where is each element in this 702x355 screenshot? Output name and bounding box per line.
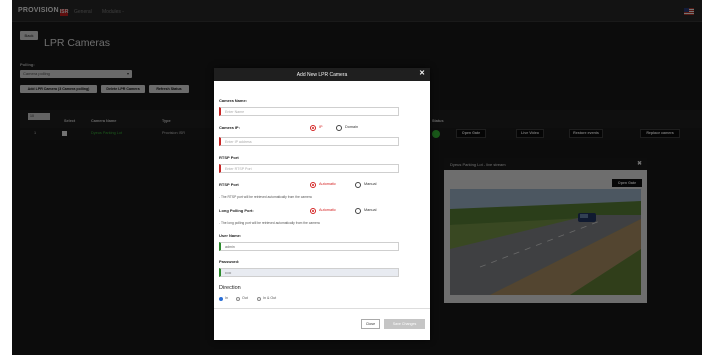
- back-button[interactable]: Back: [20, 31, 38, 40]
- nav-link-modules[interactable]: Modules -: [102, 9, 124, 15]
- app-window: PROVISIONISR General Modules - Back LPR …: [12, 0, 702, 355]
- page-title: LPR Cameras: [44, 37, 110, 49]
- ip-radio-label: IP: [319, 125, 323, 129]
- add-lpr-camera-modal: Add New LPR Camera ✕ Camera Name: Enter …: [214, 68, 430, 340]
- logo-text: PROVISION: [18, 7, 59, 14]
- live-open-gate-button[interactable]: Open Gate: [612, 179, 642, 187]
- live-stream-header: Dyeus Parking Lot - live stream ✖: [444, 158, 647, 170]
- password-label: Password:: [219, 259, 240, 264]
- direction-out-radio[interactable]: [236, 297, 240, 301]
- live-video-button[interactable]: Live Video: [516, 129, 544, 138]
- polling-select-value: Camera polling: [23, 71, 50, 76]
- col-status: Status: [432, 119, 444, 123]
- domain-radio[interactable]: [336, 125, 342, 131]
- col-select: Select: [64, 119, 76, 123]
- rtsp-automatic-label: Automatic: [319, 182, 336, 186]
- direction-label: Direction: [219, 285, 241, 291]
- camera-feed-image: [450, 189, 641, 295]
- direction-inout-radio[interactable]: [257, 297, 261, 301]
- page-size-select[interactable]: 10: [28, 113, 50, 120]
- user-name-input[interactable]: admin: [219, 242, 399, 251]
- rtsp-automatic-radio[interactable]: [310, 182, 316, 188]
- replace-camera-button[interactable]: Replace camera: [640, 129, 680, 138]
- password-input[interactable]: •••••: [219, 268, 399, 277]
- modal-header: Add New LPR Camera ✕: [214, 68, 430, 81]
- camera-name-label: Camera Name:: [219, 98, 248, 103]
- provision-logo[interactable]: PROVISIONISR: [18, 7, 68, 16]
- rtsp-port-input[interactable]: Enter RTSP Port: [219, 164, 399, 173]
- status-indicator: [432, 130, 440, 138]
- col-camera-name: Camera Name: [91, 119, 117, 123]
- save-changes-button[interactable]: Save Changes: [384, 319, 425, 329]
- row-index: 1: [34, 131, 37, 135]
- camera-ip-label: Camera IP:: [219, 125, 240, 130]
- direction-out-label: Out: [242, 296, 248, 300]
- direction-inout-label: In & Out: [263, 296, 277, 300]
- lp-manual-label: Manual: [364, 208, 377, 212]
- camera-name-input[interactable]: Enter Name: [219, 107, 399, 116]
- us-flag-icon[interactable]: [684, 8, 694, 15]
- camera-ip-input[interactable]: Enter IP address: [219, 137, 399, 146]
- lp-automatic-radio[interactable]: [310, 208, 316, 214]
- direction-in-radio[interactable]: [219, 297, 223, 301]
- close-icon[interactable]: ✖: [637, 160, 642, 167]
- rtsp-port-mode-label: RTSP Port: [219, 182, 239, 187]
- modal-footer-divider: [214, 308, 430, 309]
- domain-radio-label: Domain: [345, 125, 359, 129]
- row-camera-name[interactable]: Dyeus Parking Lot: [91, 131, 122, 135]
- lp-manual-radio[interactable]: [355, 208, 361, 214]
- rtsp-manual-label: Manual: [364, 182, 377, 186]
- chevron-down-icon: ▾: [126, 71, 129, 76]
- ip-radio[interactable]: [310, 125, 316, 131]
- lp-automatic-label: Automatic: [319, 208, 336, 212]
- add-lpr-camera-button[interactable]: Add LPR Camera (3 Camera polling): [20, 85, 97, 93]
- col-type: Type: [162, 119, 171, 123]
- open-gate-button[interactable]: Open Gate: [456, 129, 486, 138]
- polling-select[interactable]: Camera polling ▾: [20, 70, 132, 78]
- rtsp-hint: - The RTSP port will be retrieved automa…: [219, 195, 312, 199]
- long-polling-label: Long Polling Port:: [219, 208, 254, 213]
- live-stream-title: Dyeus Parking Lot - live stream: [450, 162, 506, 167]
- restore-events-button[interactable]: Restore events: [569, 129, 603, 138]
- refresh-status-button[interactable]: Refresh Status: [149, 85, 189, 93]
- modal-close-icon[interactable]: ✕: [419, 69, 425, 77]
- nav-link-general[interactable]: General: [74, 9, 92, 15]
- rtsp-manual-radio[interactable]: [355, 182, 361, 188]
- rtsp-port-label: RTSP Port: [219, 155, 239, 160]
- polling-label: Polling:: [20, 62, 35, 67]
- long-polling-hint: - The long polling port will be retrieve…: [219, 221, 320, 225]
- top-navbar: PROVISIONISR General Modules -: [12, 0, 702, 22]
- close-button[interactable]: Close: [361, 319, 380, 329]
- modal-title: Add New LPR Camera: [296, 72, 348, 78]
- logo-mark: ISR: [59, 9, 69, 16]
- row-camera-type: Provision ISR: [162, 131, 186, 135]
- live-stream-panel: Dyeus Parking Lot - live stream ✖ Open G…: [444, 158, 647, 303]
- direction-in-label: In: [225, 296, 228, 300]
- row-select-checkbox[interactable]: [62, 131, 67, 136]
- delete-lpr-camera-button[interactable]: Delete LPR Camera: [101, 85, 145, 93]
- user-name-label: User Name:: [219, 233, 242, 238]
